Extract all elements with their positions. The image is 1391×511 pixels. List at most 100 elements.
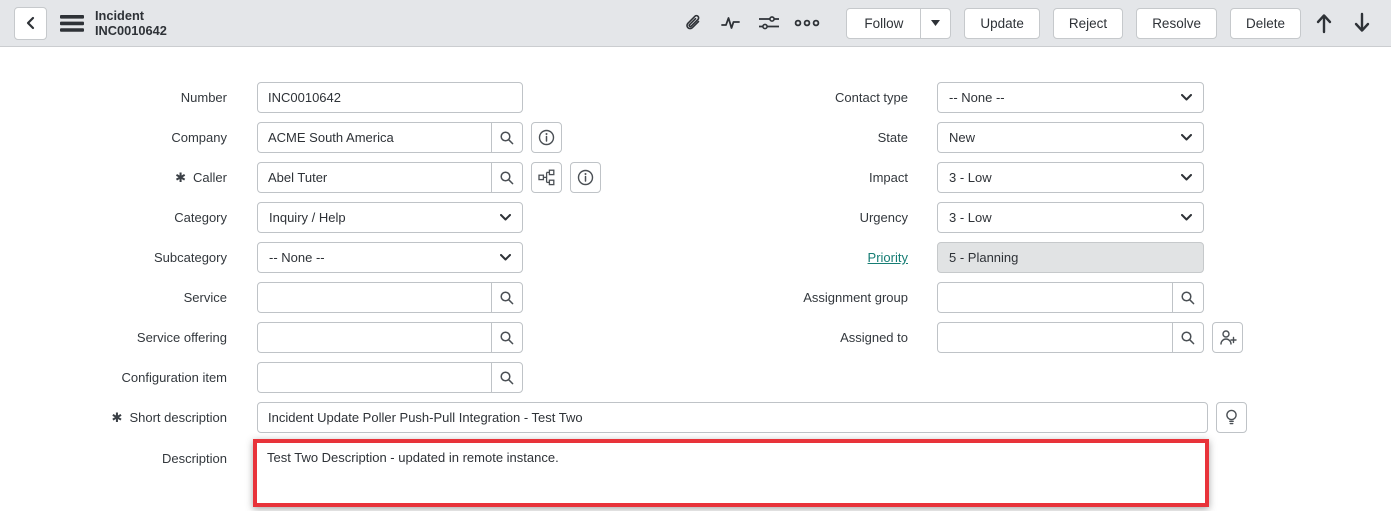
chevron-down-icon bbox=[500, 214, 511, 221]
configuration-item-input[interactable] bbox=[258, 363, 491, 392]
field-row-subcategory: Subcategory -- None -- bbox=[0, 242, 523, 273]
assigned-to-label: Assigned to bbox=[680, 330, 908, 345]
field-row-service-offering: Service offering bbox=[0, 322, 523, 353]
field-row-contact-type: Contact type -- None -- bbox=[680, 82, 1204, 113]
person-add-icon bbox=[1219, 329, 1237, 346]
priority-label-link[interactable]: Priority bbox=[868, 250, 908, 265]
urgency-label: Urgency bbox=[680, 210, 908, 225]
assignment-group-input[interactable] bbox=[938, 283, 1172, 312]
contact-type-label: Contact type bbox=[680, 90, 908, 105]
state-select[interactable]: New bbox=[937, 122, 1204, 153]
search-icon bbox=[1180, 290, 1196, 306]
assign-to-me-button[interactable] bbox=[1212, 322, 1243, 353]
chevron-left-icon bbox=[24, 15, 38, 31]
urgency-select[interactable]: 3 - Low bbox=[937, 202, 1204, 233]
page-title: Incident bbox=[95, 8, 167, 23]
caller-field-box bbox=[257, 162, 523, 193]
incident-form-page: Incident INC0010642 Follow Updat bbox=[0, 0, 1391, 511]
field-row-assignment-group: Assignment group bbox=[680, 282, 1204, 313]
caller-preview-button[interactable] bbox=[570, 162, 601, 193]
assignment-group-lookup-button[interactable] bbox=[1172, 283, 1203, 312]
field-row-assigned-to: Assigned to bbox=[680, 322, 1243, 353]
assigned-to-field-box bbox=[937, 322, 1204, 353]
number-input[interactable] bbox=[258, 83, 522, 112]
category-select[interactable]: Inquiry / Help bbox=[257, 202, 523, 233]
hamburger-icon bbox=[60, 15, 84, 32]
short-description-label: ✱ Short description bbox=[0, 410, 227, 426]
company-preview-button[interactable] bbox=[531, 122, 562, 153]
category-label: Category bbox=[0, 210, 227, 225]
chevron-down-icon bbox=[1181, 134, 1192, 141]
field-row-urgency: Urgency 3 - Low bbox=[680, 202, 1204, 233]
company-input[interactable] bbox=[258, 123, 491, 152]
service-offering-label: Service offering bbox=[0, 330, 227, 345]
urgency-value: 3 - Low bbox=[949, 210, 992, 225]
state-value: New bbox=[949, 130, 975, 145]
description-label: Description bbox=[0, 451, 227, 466]
service-lookup-button[interactable] bbox=[491, 283, 522, 312]
info-icon bbox=[538, 129, 555, 146]
service-label: Service bbox=[0, 290, 227, 305]
mandatory-icon: ✱ bbox=[175, 170, 186, 186]
search-icon bbox=[499, 290, 515, 306]
record-number: INC0010642 bbox=[95, 23, 167, 38]
service-offering-field-box bbox=[257, 322, 523, 353]
context-menu-button[interactable] bbox=[60, 15, 84, 32]
service-field-box bbox=[257, 282, 523, 313]
caller-lookup-button[interactable] bbox=[491, 163, 522, 192]
field-row-impact: Impact 3 - Low bbox=[680, 162, 1204, 193]
caller-related-button[interactable] bbox=[531, 162, 562, 193]
search-icon bbox=[499, 170, 515, 186]
configuration-item-label: Configuration item bbox=[0, 370, 227, 385]
field-row-configuration-item: Configuration item bbox=[0, 362, 523, 393]
priority-label-wrap: Priority bbox=[680, 250, 908, 265]
company-field-box bbox=[257, 122, 523, 153]
caller-label-text: Caller bbox=[193, 170, 227, 185]
impact-value: 3 - Low bbox=[949, 170, 992, 185]
field-row-state: State New bbox=[680, 122, 1204, 153]
short-description-label-text: Short description bbox=[129, 410, 227, 425]
search-icon bbox=[499, 370, 515, 386]
assigned-to-input[interactable] bbox=[938, 323, 1172, 352]
form-right-column: Contact type -- None -- State New Impact… bbox=[680, 0, 1391, 511]
service-offering-lookup-button[interactable] bbox=[491, 323, 522, 352]
state-label: State bbox=[680, 130, 908, 145]
back-button[interactable] bbox=[14, 7, 47, 40]
field-row-number: Number bbox=[0, 82, 523, 113]
configuration-item-field-box bbox=[257, 362, 523, 393]
number-label: Number bbox=[0, 90, 227, 105]
search-icon bbox=[1180, 330, 1196, 346]
company-lookup-button[interactable] bbox=[491, 123, 522, 152]
chevron-down-icon bbox=[1181, 174, 1192, 181]
number-field-box bbox=[257, 82, 523, 113]
field-row-category: Category Inquiry / Help bbox=[0, 202, 523, 233]
subcategory-value: -- None -- bbox=[269, 250, 325, 265]
impact-label: Impact bbox=[680, 170, 908, 185]
field-row-service: Service bbox=[0, 282, 523, 313]
caller-label: ✱ Caller bbox=[0, 170, 227, 186]
category-value: Inquiry / Help bbox=[269, 210, 346, 225]
chevron-down-icon bbox=[1181, 214, 1192, 221]
priority-readonly-field: 5 - Planning bbox=[937, 242, 1204, 273]
field-row-priority: Priority 5 - Planning bbox=[680, 242, 1204, 273]
hierarchy-icon bbox=[538, 169, 555, 186]
assignment-group-label: Assignment group bbox=[680, 290, 908, 305]
info-icon bbox=[577, 169, 594, 186]
assigned-to-lookup-button[interactable] bbox=[1172, 323, 1203, 352]
assignment-group-field-box bbox=[937, 282, 1204, 313]
record-title: Incident INC0010642 bbox=[95, 8, 167, 38]
contact-type-select[interactable]: -- None -- bbox=[937, 82, 1204, 113]
company-label: Company bbox=[0, 130, 227, 145]
field-row-description: Description bbox=[0, 443, 227, 474]
field-row-caller: ✱ Caller bbox=[0, 162, 601, 193]
search-icon bbox=[499, 330, 515, 346]
chevron-down-icon bbox=[500, 254, 511, 261]
subcategory-label: Subcategory bbox=[0, 250, 227, 265]
service-offering-input[interactable] bbox=[258, 323, 491, 352]
caller-input[interactable] bbox=[258, 163, 491, 192]
configuration-item-lookup-button[interactable] bbox=[491, 363, 522, 392]
mandatory-icon: ✱ bbox=[112, 410, 123, 426]
subcategory-select[interactable]: -- None -- bbox=[257, 242, 523, 273]
impact-select[interactable]: 3 - Low bbox=[937, 162, 1204, 193]
service-input[interactable] bbox=[258, 283, 491, 312]
